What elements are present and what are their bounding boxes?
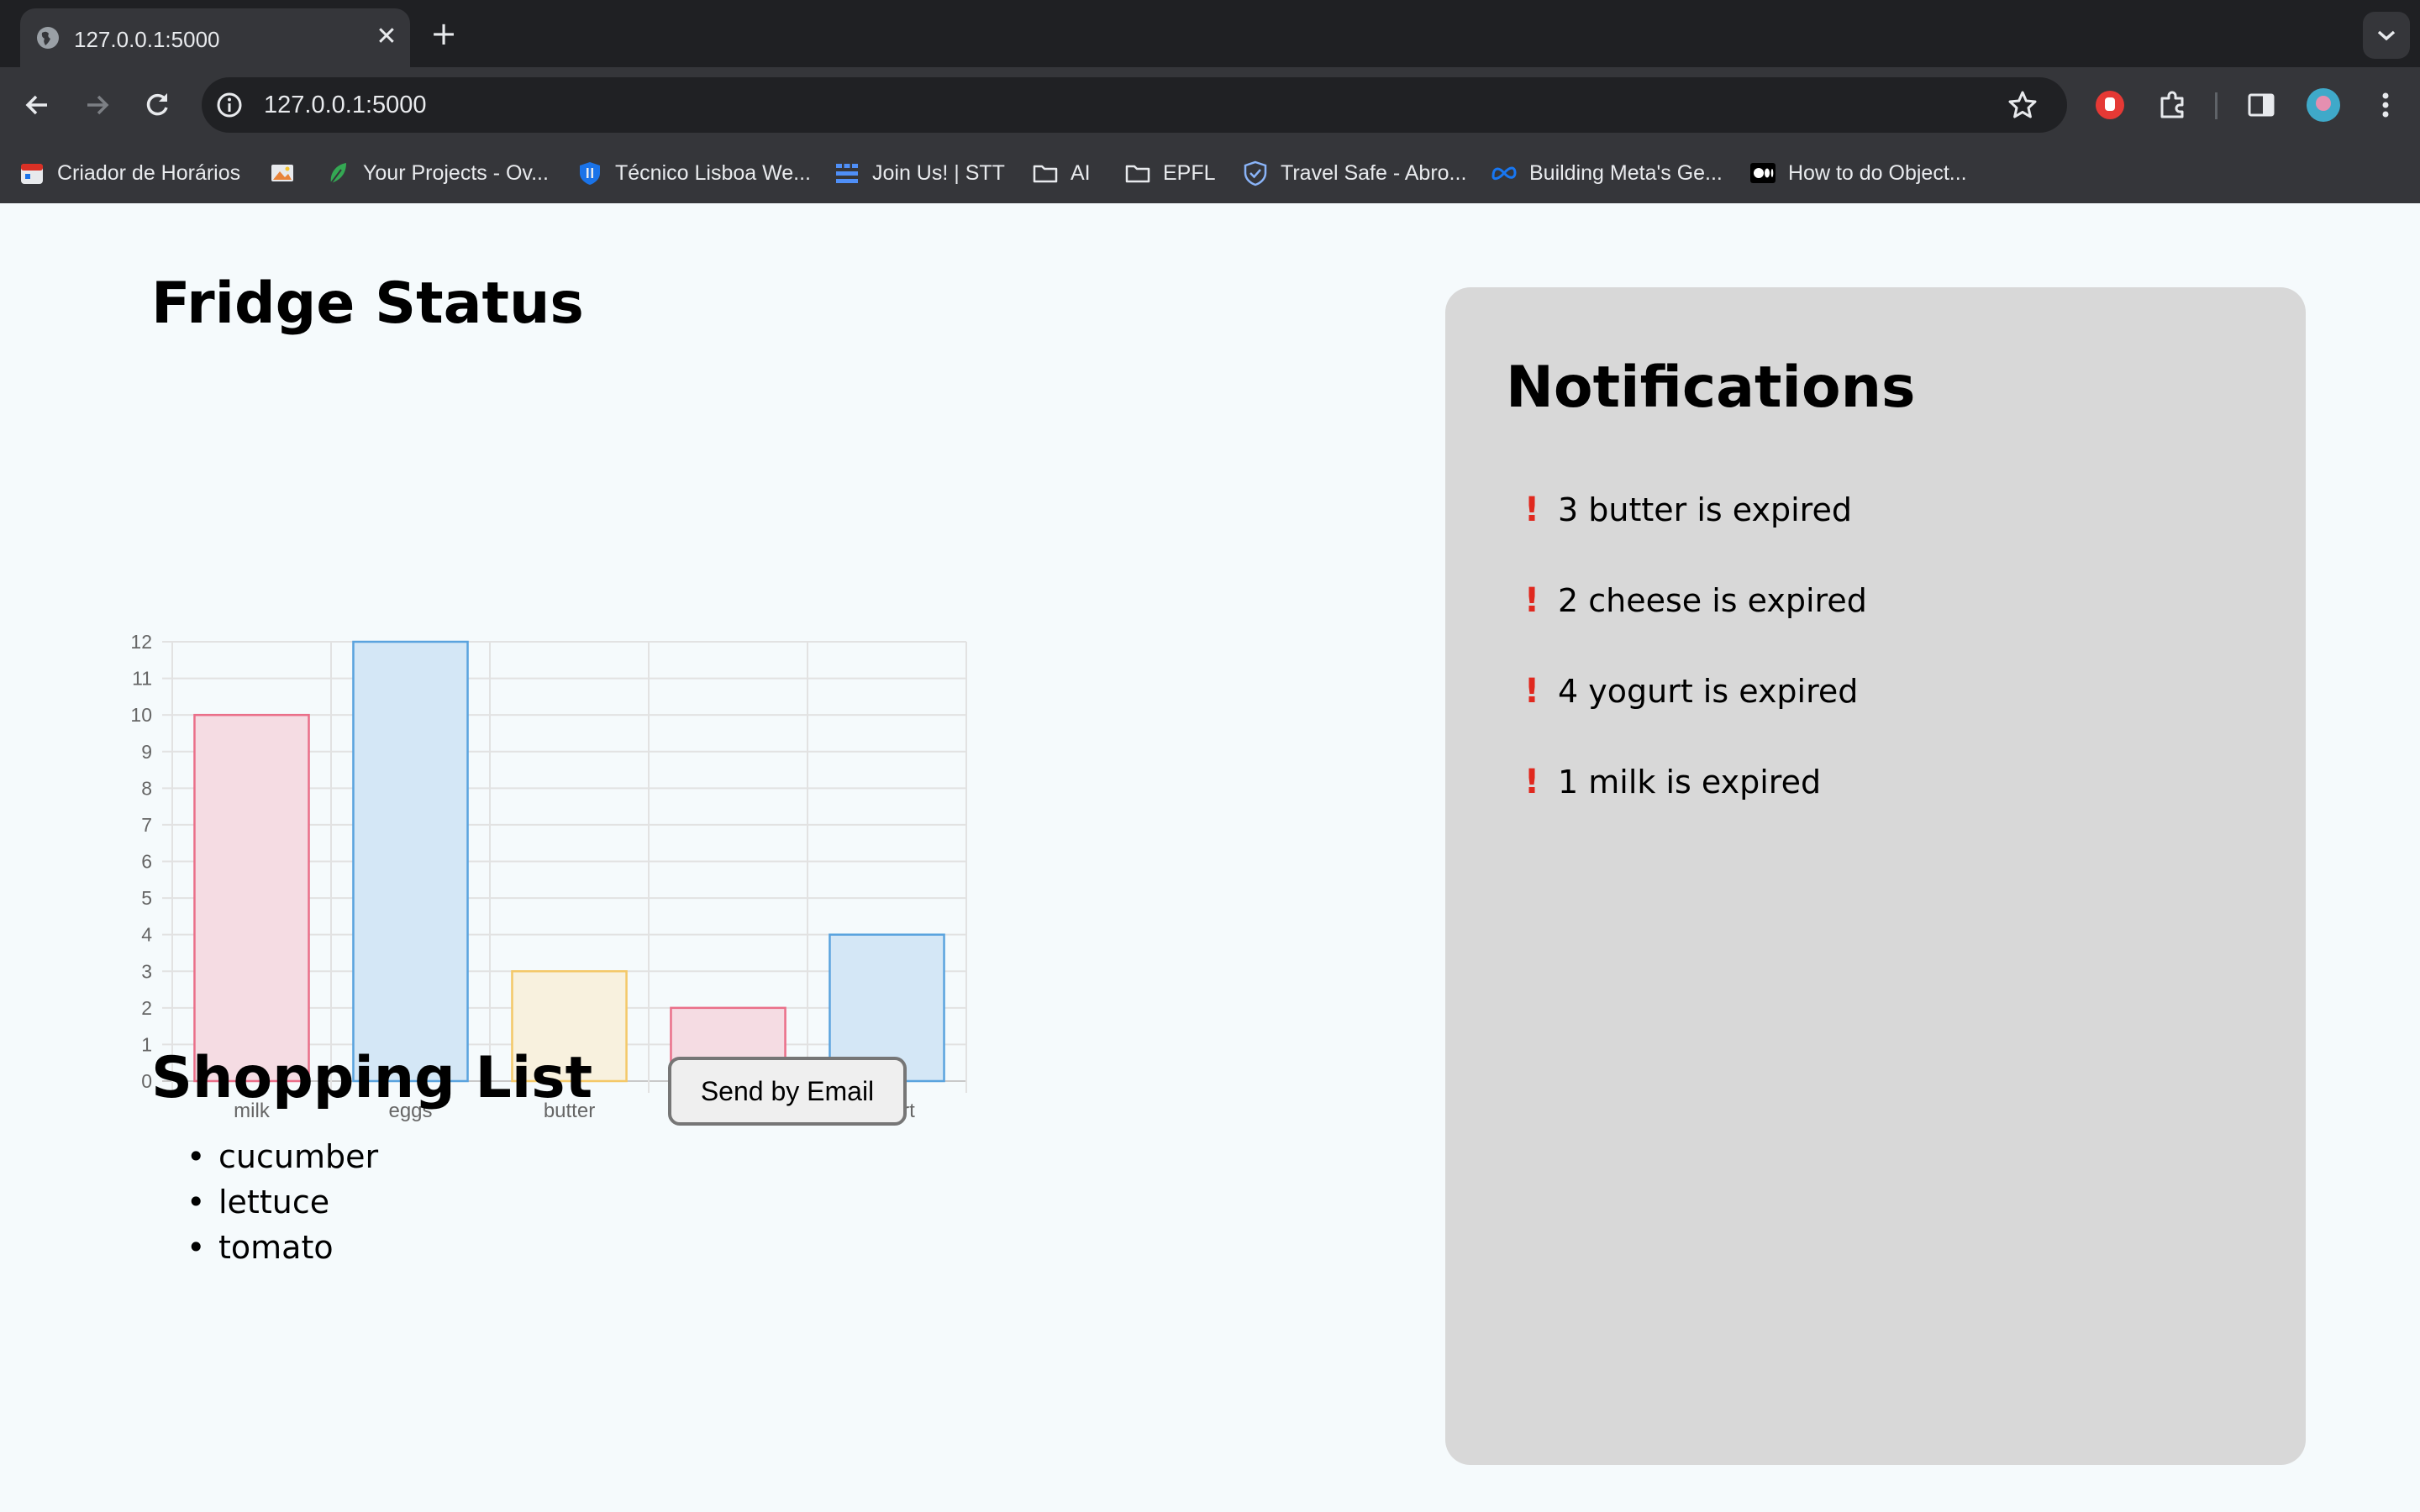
bookmark-item[interactable]: Building Meta's Ge... xyxy=(1491,158,1723,188)
y-tick-label: 2 xyxy=(141,997,152,1019)
tab-title: 127.0.0.1:5000 xyxy=(74,27,220,52)
browser-tab[interactable]: 127.0.0.1:5000 ✕ xyxy=(20,8,410,67)
globe-icon xyxy=(37,27,59,49)
bookmark-item[interactable]: Travel Safe - Abro... xyxy=(1242,158,1466,188)
y-tick-label: 5 xyxy=(141,887,152,909)
extensions-puzzle-icon[interactable] xyxy=(2153,86,2191,124)
page-content: Fridge Status 0 1 2 3 4 5 6 7 8 9 10 11 12 milk eggs bu… xyxy=(0,203,2420,1512)
notification-text: 1 milk is expired xyxy=(1558,764,1822,801)
shopping-list: cucumber lettuce tomato xyxy=(151,1134,378,1270)
notifications-title: Notifications xyxy=(1506,354,1916,421)
y-tick-label: 12 xyxy=(130,631,152,653)
site-info-icon[interactable] xyxy=(213,89,245,121)
y-tick-label: 7 xyxy=(141,814,152,836)
notifications-list: ! 3 butter is expired ! 2 cheese is expi… xyxy=(1519,487,1867,850)
leaf-icon xyxy=(330,163,346,184)
y-tick-label: 11 xyxy=(132,668,152,690)
bookmark-item[interactable]: How to do Object... xyxy=(1749,158,1967,188)
toolbar-divider xyxy=(2215,92,2217,119)
bar-eggs xyxy=(352,640,469,1083)
medium-icon xyxy=(1750,163,1776,183)
grid-icon xyxy=(836,164,858,183)
back-arrow-icon[interactable] xyxy=(18,86,57,124)
y-tick-label: 3 xyxy=(141,960,152,982)
profile-avatar-icon[interactable] xyxy=(2304,86,2343,124)
exclamation-icon: ! xyxy=(1523,581,1540,620)
close-tab-icon[interactable]: ✕ xyxy=(371,22,402,52)
exclamation-icon: ! xyxy=(1523,672,1540,711)
notification-item: ! 3 butter is expired xyxy=(1519,487,1867,578)
notification-item: ! 4 yogurt is expired xyxy=(1519,669,1867,759)
fridge-status-title: Fridge Status xyxy=(151,270,584,337)
folder-icon xyxy=(1125,165,1150,183)
bookmark-item[interactable] xyxy=(269,158,308,188)
side-panel-icon[interactable] xyxy=(2242,86,2281,124)
new-tab-button[interactable]: + xyxy=(427,17,460,50)
address-url: 127.0.0.1:5000 xyxy=(264,92,427,118)
shopping-list-item: cucumber xyxy=(151,1134,378,1179)
y-tick-label: 4 xyxy=(141,924,152,946)
exclamation-icon: ! xyxy=(1523,491,1540,529)
bookmark-item[interactable]: Your Projects - Ov... xyxy=(324,158,549,188)
shield-check-icon xyxy=(1244,160,1267,186)
bookmarks-bar: Criador de Horários Your Projects - Ov..… xyxy=(0,143,2420,203)
shopping-list-item: lettuce xyxy=(151,1179,378,1225)
stop-hand-extension-icon[interactable] xyxy=(2091,86,2129,124)
folder-icon xyxy=(1033,165,1058,183)
fridge-bar-chart: 0123456789101112milkeggsbuttercheeseyogu… xyxy=(130,631,967,1122)
more-menu-icon[interactable] xyxy=(2366,86,2405,124)
y-tick-label: 10 xyxy=(130,704,152,726)
bookmark-item[interactable]: Criador de Horários xyxy=(18,158,240,188)
shield-icon xyxy=(580,162,600,185)
address-bar[interactable]: 127.0.0.1:5000 xyxy=(202,77,2067,133)
reload-icon[interactable] xyxy=(138,86,176,124)
bookmark-item[interactable]: Técnico Lisboa We... xyxy=(576,158,811,188)
meta-icon xyxy=(1491,166,1517,181)
bookmark-folder[interactable]: AI xyxy=(1032,158,1091,188)
bookmark-item[interactable]: Join Us! | STT xyxy=(834,158,1005,188)
forward-arrow-icon[interactable] xyxy=(77,86,116,124)
notification-item: ! 1 milk is expired xyxy=(1519,759,1867,850)
bar-milk xyxy=(193,713,310,1083)
bookmark-folder[interactable]: EPFL xyxy=(1124,158,1216,188)
browser-tab-strip: 127.0.0.1:5000 ✕ + xyxy=(0,0,2420,67)
notifications-panel: Notifications ! 3 butter is expired ! 2 … xyxy=(1445,287,2306,1465)
bookmark-star-icon[interactable] xyxy=(2007,89,2039,121)
send-by-email-button[interactable]: Send by Email xyxy=(668,1057,907,1126)
image-icon xyxy=(271,165,293,181)
notification-text: 3 butter is expired xyxy=(1558,491,1852,528)
shopping-list-item: tomato xyxy=(151,1225,378,1270)
notification-item: ! 2 cheese is expired xyxy=(1519,578,1867,669)
calendar-icon xyxy=(21,164,43,184)
browser-toolbar: 127.0.0.1:5000 xyxy=(0,67,2420,143)
chevron-down-icon xyxy=(2377,30,2396,41)
tab-search-button[interactable] xyxy=(2363,12,2410,59)
y-tick-label: 8 xyxy=(141,777,152,799)
y-tick-label: 9 xyxy=(141,741,152,763)
y-tick-label: 6 xyxy=(141,851,152,873)
notification-text: 2 cheese is expired xyxy=(1558,582,1867,619)
notification-text: 4 yogurt is expired xyxy=(1558,673,1859,710)
exclamation-icon: ! xyxy=(1523,763,1540,801)
shopping-list-title: Shopping List xyxy=(151,1045,593,1111)
